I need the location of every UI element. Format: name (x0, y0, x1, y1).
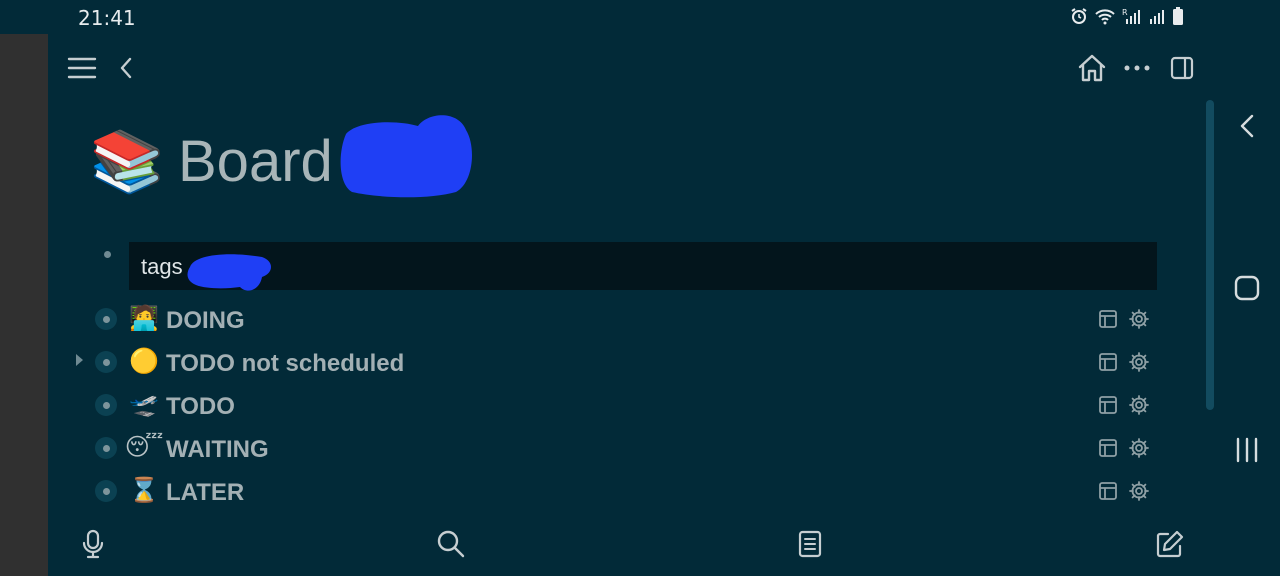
bullet-icon (103, 359, 110, 366)
svg-text:R: R (1122, 8, 1128, 17)
list-item-label[interactable]: TODO not scheduled (166, 350, 404, 378)
edit-icon (1156, 530, 1184, 558)
technologist-icon: 🧑‍💻 (129, 304, 159, 332)
more-button[interactable] (1117, 48, 1157, 88)
list-item[interactable]: 😴 WAITING (48, 428, 1214, 468)
sidebar-toggle-icon (1170, 56, 1194, 80)
bullet-icon (103, 316, 110, 323)
tags-property[interactable]: tags (129, 242, 1157, 290)
yellow-circle-icon: 🟡 (129, 347, 159, 375)
table-view-icon[interactable] (1098, 352, 1118, 372)
back-button[interactable] (106, 48, 146, 88)
list-item[interactable]: ⌛ LATER (48, 471, 1214, 511)
list-item-label[interactable]: WAITING (166, 436, 269, 464)
left-edge (0, 34, 48, 576)
list-item-label[interactable]: DOING (166, 307, 245, 335)
list-item-label[interactable]: TODO (166, 393, 235, 421)
redaction-mark (340, 115, 472, 198)
bottom-toolbar (48, 524, 1214, 576)
journals-button[interactable] (790, 524, 830, 564)
table-view-icon[interactable] (1098, 309, 1118, 329)
sleeping-face-icon: 😴 (124, 433, 164, 461)
bullet-icon (103, 402, 110, 409)
status-time: 21:41 (78, 6, 136, 30)
status-icons: R (1070, 7, 1184, 25)
signal-icon (1150, 10, 1164, 24)
microphone-icon (82, 529, 104, 559)
gear-icon[interactable] (1128, 394, 1150, 416)
airplane-departure-icon: 🛫 (129, 390, 159, 418)
redaction-mark (187, 254, 271, 291)
bullet-icon (103, 488, 110, 495)
nav-home-button[interactable] (1227, 268, 1267, 308)
menu-button[interactable] (62, 48, 102, 88)
signal-roaming-icon: R (1122, 8, 1140, 24)
tags-label: tags (141, 254, 183, 279)
gear-icon[interactable] (1128, 437, 1150, 459)
gear-icon[interactable] (1128, 351, 1150, 373)
table-view-icon[interactable] (1098, 438, 1118, 458)
tags-bullet (104, 251, 111, 258)
alarm-icon (1071, 8, 1087, 24)
gear-icon[interactable] (1128, 308, 1150, 330)
bullet-icon (103, 445, 110, 452)
more-icon (1124, 65, 1150, 71)
back-icon (1240, 114, 1254, 138)
wifi-icon (1095, 9, 1115, 25)
home-icon (1234, 275, 1260, 301)
home-icon (1078, 54, 1106, 82)
journal-icon (798, 530, 822, 558)
new-page-button[interactable] (1150, 524, 1190, 564)
table-view-icon[interactable] (1098, 481, 1118, 501)
nav-recents-button[interactable] (1227, 430, 1267, 470)
home-button[interactable] (1072, 48, 1112, 88)
app-window: 📚 Board tags 🧑‍💻 DOING 🟡 TODO not schedu… (48, 34, 1214, 576)
voice-input-button[interactable] (73, 524, 113, 564)
list-item-label[interactable]: LATER (166, 479, 244, 507)
search-icon (437, 530, 465, 558)
list-item[interactable]: 🟡 TODO not scheduled (48, 342, 1214, 382)
page-title-row: 📚 Board (89, 126, 333, 196)
list-item[interactable]: 🧑‍💻 DOING (48, 299, 1214, 339)
battery-icon (1173, 7, 1183, 25)
list-item[interactable]: 🛫 TODO (48, 385, 1214, 425)
page-title[interactable]: Board (178, 128, 333, 195)
back-icon (120, 57, 132, 79)
nav-back-button[interactable] (1227, 106, 1267, 146)
table-view-icon[interactable] (1098, 395, 1118, 415)
status-bar: 21:41 R (0, 0, 1280, 34)
menu-icon (67, 57, 97, 79)
hourglass-icon: ⌛ (129, 476, 159, 504)
android-nav-bar (1214, 34, 1280, 576)
recents-icon (1236, 437, 1258, 463)
expand-arrow-icon[interactable] (76, 354, 83, 366)
books-icon: 📚 (89, 127, 165, 195)
search-button[interactable] (431, 524, 471, 564)
gear-icon[interactable] (1128, 480, 1150, 502)
sidebar-toggle-button[interactable] (1162, 48, 1202, 88)
